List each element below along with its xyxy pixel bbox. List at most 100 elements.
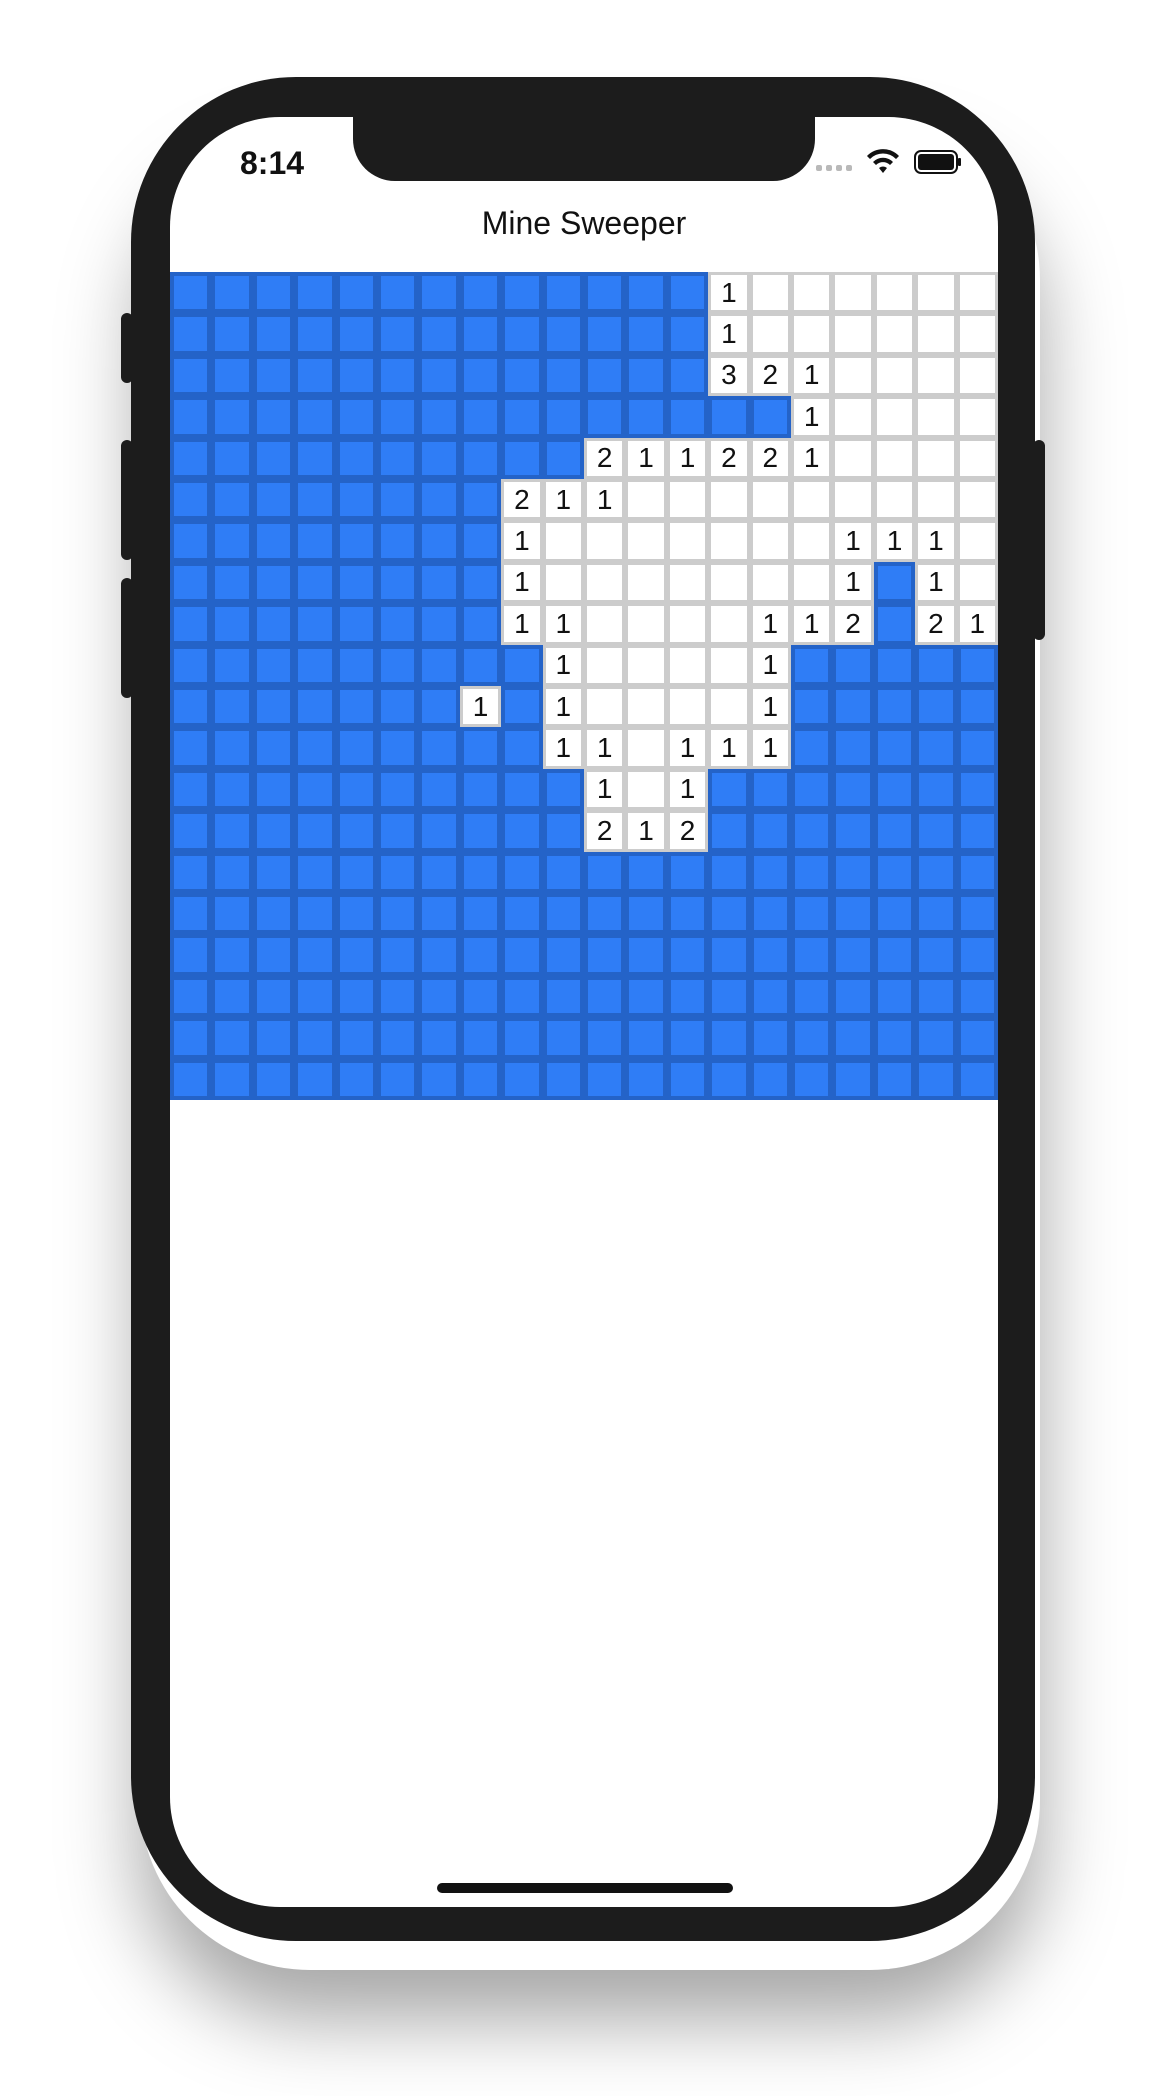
covered-tile[interactable] [832,1017,874,1059]
covered-tile[interactable] [459,272,502,314]
covered-tile[interactable] [211,727,253,769]
covered-tile[interactable] [211,1017,253,1059]
covered-tile[interactable] [873,975,916,1018]
covered-tile[interactable] [377,893,419,935]
covered-tile[interactable] [625,851,667,893]
covered-tile[interactable] [832,975,874,1018]
covered-tile[interactable] [418,272,460,314]
covered-tile[interactable] [252,893,295,935]
covered-tile[interactable] [749,975,791,1018]
covered-tile[interactable] [335,975,377,1018]
covered-tile[interactable] [252,686,295,728]
covered-tile[interactable] [294,768,336,811]
covered-tile[interactable] [170,479,212,521]
covered-tile[interactable] [791,934,833,976]
covered-tile[interactable] [749,851,791,893]
covered-tile[interactable] [211,437,253,479]
covered-tile[interactable] [252,313,295,355]
covered-tile[interactable] [708,1017,750,1059]
covered-tile[interactable] [749,768,791,811]
covered-tile[interactable] [170,603,212,645]
covered-tile[interactable] [252,975,295,1018]
covered-tile[interactable] [211,810,253,852]
covered-tile[interactable] [294,934,336,976]
covered-tile[interactable] [584,1017,626,1059]
covered-tile[interactable] [170,520,212,562]
covered-tile[interactable] [501,686,543,728]
covered-tile[interactable] [459,893,502,935]
covered-tile[interactable] [170,354,212,397]
covered-tile[interactable] [749,1058,791,1100]
covered-tile[interactable] [873,1058,916,1100]
covered-tile[interactable] [335,396,377,438]
covered-tile[interactable] [170,1017,212,1059]
covered-tile[interactable] [542,437,584,479]
covered-tile[interactable] [956,934,998,976]
covered-tile[interactable] [418,479,460,521]
covered-tile[interactable] [211,851,253,893]
covered-tile[interactable] [377,975,419,1018]
covered-tile[interactable] [956,768,998,811]
covered-tile[interactable] [873,851,916,893]
covered-tile[interactable] [501,934,543,976]
covered-tile[interactable] [749,934,791,976]
covered-tile[interactable] [501,893,543,935]
covered-tile[interactable] [418,644,460,686]
covered-tile[interactable] [211,520,253,562]
covered-tile[interactable] [501,1058,543,1100]
covered-tile[interactable] [459,479,502,521]
covered-tile[interactable] [252,396,295,438]
covered-tile[interactable] [252,520,295,562]
covered-tile[interactable] [708,1058,750,1100]
covered-tile[interactable] [459,313,502,355]
covered-tile[interactable] [625,934,667,976]
covered-tile[interactable] [542,313,584,355]
covered-tile[interactable] [294,893,336,935]
covered-tile[interactable] [377,1058,419,1100]
covered-tile[interactable] [211,934,253,976]
covered-tile[interactable] [335,437,377,479]
covered-tile[interactable] [749,893,791,935]
covered-tile[interactable] [418,934,460,976]
covered-tile[interactable] [542,975,584,1018]
covered-tile[interactable] [294,810,336,852]
covered-tile[interactable] [459,603,502,645]
covered-tile[interactable] [584,893,626,935]
covered-tile[interactable] [625,1058,667,1100]
covered-tile[interactable] [211,396,253,438]
covered-tile[interactable] [956,686,998,728]
covered-tile[interactable] [915,934,957,976]
covered-tile[interactable] [211,272,253,314]
covered-tile[interactable] [294,603,336,645]
covered-tile[interactable] [377,520,419,562]
covered-tile[interactable] [956,644,998,686]
covered-tile[interactable] [377,851,419,893]
covered-tile[interactable] [956,1017,998,1059]
covered-tile[interactable] [252,727,295,769]
covered-tile[interactable] [501,975,543,1018]
covered-tile[interactable] [542,768,584,811]
covered-tile[interactable] [542,893,584,935]
covered-tile[interactable] [873,768,916,811]
covered-tile[interactable] [791,1058,833,1100]
covered-tile[interactable] [459,437,502,479]
covered-tile[interactable] [335,603,377,645]
covered-tile[interactable] [832,851,874,893]
covered-tile[interactable] [170,934,212,976]
covered-tile[interactable] [294,520,336,562]
covered-tile[interactable] [294,727,336,769]
covered-tile[interactable] [791,644,833,686]
covered-tile[interactable] [252,934,295,976]
covered-tile[interactable] [791,975,833,1018]
covered-tile[interactable] [542,934,584,976]
covered-tile[interactable] [625,893,667,935]
covered-tile[interactable] [915,975,957,1018]
covered-tile[interactable] [418,520,460,562]
covered-tile[interactable] [832,644,874,686]
covered-tile[interactable] [501,810,543,852]
covered-tile[interactable] [501,354,543,397]
covered-tile[interactable] [584,396,626,438]
covered-tile[interactable] [956,851,998,893]
covered-tile[interactable] [791,1017,833,1059]
covered-tile[interactable] [418,313,460,355]
